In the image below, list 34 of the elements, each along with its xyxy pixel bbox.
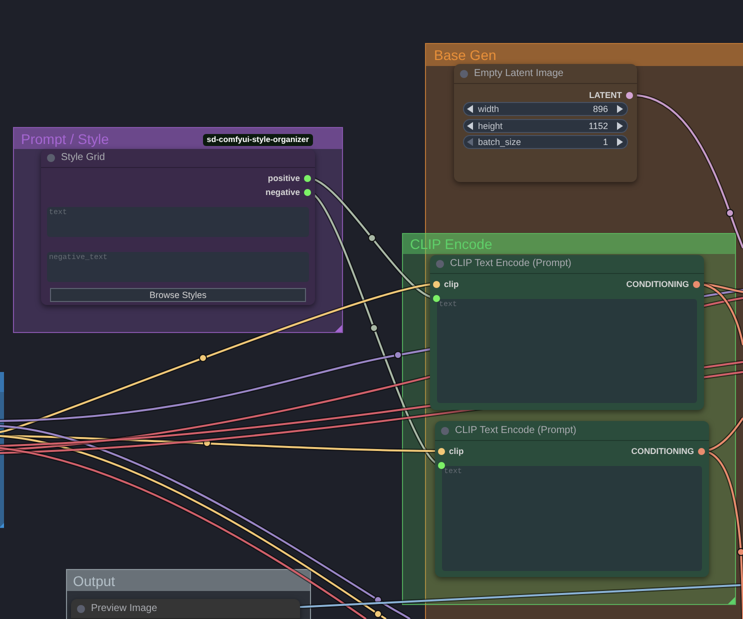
- slot-label: CONDITIONING: [626, 280, 689, 288]
- number-field[interactable]: height 1152: [463, 119, 628, 133]
- decrement-arrow-icon[interactable]: [467, 122, 473, 130]
- field-value: 1152: [588, 122, 608, 130]
- node-title: Empty Latent Image: [474, 68, 564, 78]
- widget-button[interactable]: Browse Styles: [50, 288, 306, 302]
- slot-label: positive: [268, 174, 300, 182]
- slot-label: negative: [266, 188, 300, 196]
- node-title: Style Grid: [61, 153, 105, 163]
- resize-handle-icon[interactable]: [728, 597, 735, 604]
- increment-arrow-icon[interactable]: [617, 105, 623, 113]
- field-label: batch_size: [478, 138, 522, 146]
- slot-label: LATENT: [589, 90, 622, 100]
- decrement-arrow-icon[interactable]: [467, 105, 473, 113]
- node-title: CLIP Text Encode (Prompt): [450, 259, 572, 269]
- group-title: Output: [73, 574, 116, 588]
- source-badge: sd-comfyui-style-organizer: [202, 134, 313, 146]
- node-title: Preview Image: [91, 604, 158, 614]
- group-title: CLIP Encode: [410, 237, 492, 251]
- field-label: width: [478, 104, 500, 114]
- group-title: Prompt / Style: [21, 132, 109, 146]
- node-title: CLIP Text Encode (Prompt): [455, 426, 576, 436]
- group-header: [0, 372, 4, 392]
- resize-handle-icon[interactable]: [0, 523, 4, 527]
- slot-label: CONDITIONING: [631, 446, 694, 456]
- field-value: 896: [592, 104, 608, 114]
- field-value: 1: [602, 138, 608, 146]
- slot-label: clip: [444, 280, 459, 288]
- slot-label: clip: [449, 446, 464, 456]
- group-title: Base Gen: [434, 48, 496, 62]
- number-field[interactable]: width 896: [463, 102, 628, 116]
- resize-handle-icon[interactable]: [335, 325, 342, 332]
- number-field[interactable]: batch_size 1: [463, 135, 628, 149]
- field-label: height: [478, 122, 503, 130]
